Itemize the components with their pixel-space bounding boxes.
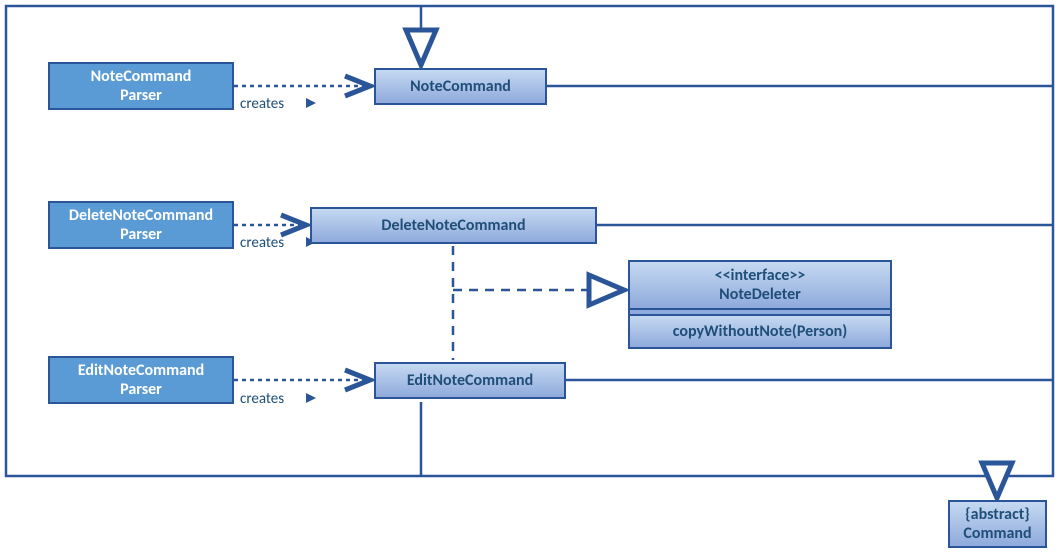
class-name: DeleteNoteCommand (381, 216, 525, 235)
note-command-parser-class: NoteCommand Parser (48, 62, 234, 110)
note-deleter-interface: <<interface>> NoteDeleter copyWithoutNot… (628, 260, 892, 349)
class-name-line1: NoteCommand (91, 67, 192, 86)
interface-name: NoteDeleter (630, 285, 890, 304)
creates-label-2: creates (240, 234, 284, 252)
class-name-line2: Parser (120, 380, 162, 399)
edit-note-command-class: EditNoteCommand (374, 362, 566, 399)
creates-label-1: creates (240, 95, 284, 113)
edit-note-command-parser-class: EditNoteCommand Parser (48, 356, 234, 404)
delete-note-command-parser-class: DeleteNoteCommand Parser (48, 201, 234, 249)
class-name-line1: DeleteNoteCommand (69, 206, 213, 225)
class-name-line2: Parser (120, 225, 162, 244)
abstract-name: Command (963, 524, 1031, 543)
class-name: EditNoteCommand (407, 371, 533, 390)
class-name-line1: EditNoteCommand (78, 361, 204, 380)
delete-note-command-class: DeleteNoteCommand (310, 207, 597, 244)
interface-method: copyWithoutNote(Person) (630, 316, 890, 347)
class-name-line2: Parser (120, 86, 162, 105)
note-command-class: NoteCommand (374, 68, 547, 105)
creates-label-3: creates (240, 390, 284, 408)
interface-stereotype: <<interface>> (630, 266, 890, 285)
command-abstract-class: {abstract} Command (948, 500, 1047, 548)
abstract-stereotype: {abstract} (965, 505, 1030, 524)
class-name: NoteCommand (410, 77, 511, 96)
